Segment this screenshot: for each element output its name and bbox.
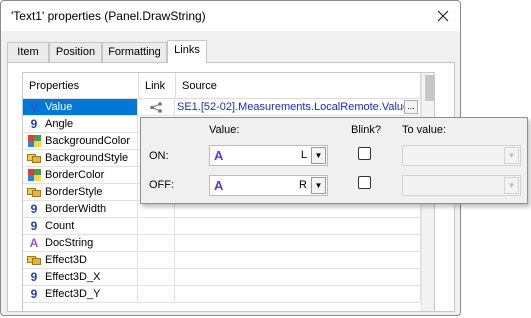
link-icon <box>150 102 162 113</box>
column-header-link-label: Link <box>145 80 166 92</box>
property-name: BorderStyle <box>45 186 103 198</box>
on-value-text: L <box>300 149 307 161</box>
off-value-text: R <box>299 179 307 191</box>
property-row-value[interactable]: v Value SE1.[52-02].Measurements.LocalRemo… <box>23 99 421 116</box>
property-row-count[interactable]: 9 Count <box>23 218 421 235</box>
off-to-value-combo[interactable]: ▼ <box>402 175 521 196</box>
property-name-cell[interactable]: 9 Angle <box>23 116 138 133</box>
property-row-effect3d-y[interactable]: 9 Effect3D_Y <box>23 286 421 303</box>
off-value-combo[interactable]: A R ▼ <box>209 175 328 196</box>
numeric-icon: 9 <box>30 117 38 131</box>
numeric-icon: 9 <box>30 270 38 284</box>
tab-position[interactable]: Position <box>49 42 102 62</box>
style-icon <box>27 186 41 199</box>
property-row-effect3d-x[interactable]: 9 Effect3D_X <box>23 269 421 286</box>
numeric-icon: 9 <box>30 202 38 216</box>
value-type-icon: v <box>31 100 37 114</box>
source-cell[interactable] <box>175 235 421 252</box>
tab-links-label: Links <box>174 44 200 56</box>
value-mapping-popup: Value: Blink? To value: ON: A L ▼ ▼ OFF:… <box>140 117 528 204</box>
link-cell[interactable] <box>138 252 175 269</box>
numeric-icon: 9 <box>30 287 38 301</box>
property-name: BorderWidth <box>45 203 107 215</box>
off-blink-checkbox[interactable] <box>358 176 371 189</box>
column-header-source-label: Source <box>182 80 217 92</box>
close-icon <box>437 10 449 22</box>
property-name: BackgroundStyle <box>45 152 129 164</box>
tab-formatting[interactable]: Formatting <box>102 42 167 62</box>
link-cell[interactable] <box>138 99 175 116</box>
property-row-effect3d[interactable]: Effect3D <box>23 252 421 269</box>
on-label: ON: <box>149 150 169 162</box>
dropdown-arrow-icon[interactable]: ▼ <box>504 147 519 164</box>
popup-to-value-header: To value: <box>402 124 447 136</box>
column-header-properties[interactable]: Properties <box>23 73 139 99</box>
property-name-cell[interactable]: BorderStyle <box>23 184 138 201</box>
tab-position-label: Position <box>55 46 96 58</box>
property-name: Count <box>45 220 75 232</box>
popup-value-header: Value: <box>209 124 240 136</box>
property-name-cell[interactable]: 9 Effect3D_Y <box>23 286 138 303</box>
property-name: Effect3D_X <box>45 271 101 283</box>
link-cell[interactable] <box>138 218 175 235</box>
text-value-icon: A <box>214 178 224 193</box>
text-icon: A <box>29 236 39 250</box>
link-cell[interactable] <box>138 235 175 252</box>
source-path: SE1.[52-02].Measurements.LocalRemote.Val… <box>177 101 410 113</box>
source-cell[interactable] <box>175 218 421 235</box>
column-header-source[interactable]: Source <box>176 73 421 99</box>
property-name: Effect3D_Y <box>45 288 101 300</box>
numeric-icon: 9 <box>30 219 38 233</box>
property-name: BackgroundColor <box>45 135 130 147</box>
property-name: BorderColor <box>45 169 105 181</box>
column-header-link[interactable]: Link <box>139 73 176 99</box>
source-cell[interactable]: SE1.[52-02].Measurements.LocalRemote.Val… <box>175 99 421 116</box>
property-name-cell[interactable]: 9 Count <box>23 218 138 235</box>
on-value-combo[interactable]: A L ▼ <box>209 145 328 166</box>
text-value-icon: A <box>214 148 224 163</box>
on-blink-checkbox[interactable] <box>358 147 371 160</box>
property-name-cell[interactable]: 9 Effect3D_X <box>23 269 138 286</box>
property-name: Effect3D <box>45 254 87 266</box>
property-row-docstring[interactable]: A DocString <box>23 235 421 252</box>
style-icon <box>27 254 41 267</box>
popup-blink-header: Blink? <box>351 124 381 136</box>
tab-formatting-label: Formatting <box>108 46 161 58</box>
source-cell[interactable] <box>175 269 421 286</box>
property-name-cell[interactable]: Effect3D <box>23 252 138 269</box>
source-cell[interactable] <box>175 252 421 269</box>
off-label: OFF: <box>149 179 175 191</box>
scrollbar-thumb[interactable] <box>425 75 434 101</box>
on-to-value-combo[interactable]: ▼ <box>402 145 521 166</box>
color-icon <box>27 169 41 182</box>
property-name-cell[interactable]: A DocString <box>23 235 138 252</box>
property-name: Value <box>45 101 73 113</box>
property-name: Angle <box>45 118 74 130</box>
color-icon <box>27 135 41 148</box>
link-cell[interactable] <box>138 286 175 303</box>
window-title: 'Text1' properties (Panel.DrawString) <box>11 9 206 23</box>
style-icon <box>27 152 41 165</box>
dropdown-arrow-icon[interactable]: ▼ <box>311 177 326 194</box>
column-header-properties-label: Properties <box>29 80 80 92</box>
property-name-cell[interactable]: BackgroundStyle <box>23 150 138 167</box>
browse-source-button[interactable]: ... <box>404 100 418 114</box>
dropdown-arrow-icon[interactable]: ▼ <box>504 177 519 194</box>
close-button[interactable] <box>430 3 456 29</box>
tab-links[interactable]: Links <box>167 40 207 63</box>
tab-item-label: Item <box>17 46 39 58</box>
property-name-cell[interactable]: BorderColor <box>23 167 138 184</box>
property-name: DocString <box>45 237 94 249</box>
title-bar: 'Text1' properties (Panel.DrawString) <box>1 1 460 31</box>
property-name-cell[interactable]: BackgroundColor <box>23 133 138 150</box>
tab-item[interactable]: Item <box>7 42 49 62</box>
property-name-cell[interactable]: 9 BorderWidth <box>23 201 138 218</box>
property-name-cell[interactable]: v Value <box>23 99 138 116</box>
dropdown-arrow-icon[interactable]: ▼ <box>311 147 326 164</box>
source-cell[interactable] <box>175 286 421 303</box>
link-cell[interactable] <box>138 269 175 286</box>
